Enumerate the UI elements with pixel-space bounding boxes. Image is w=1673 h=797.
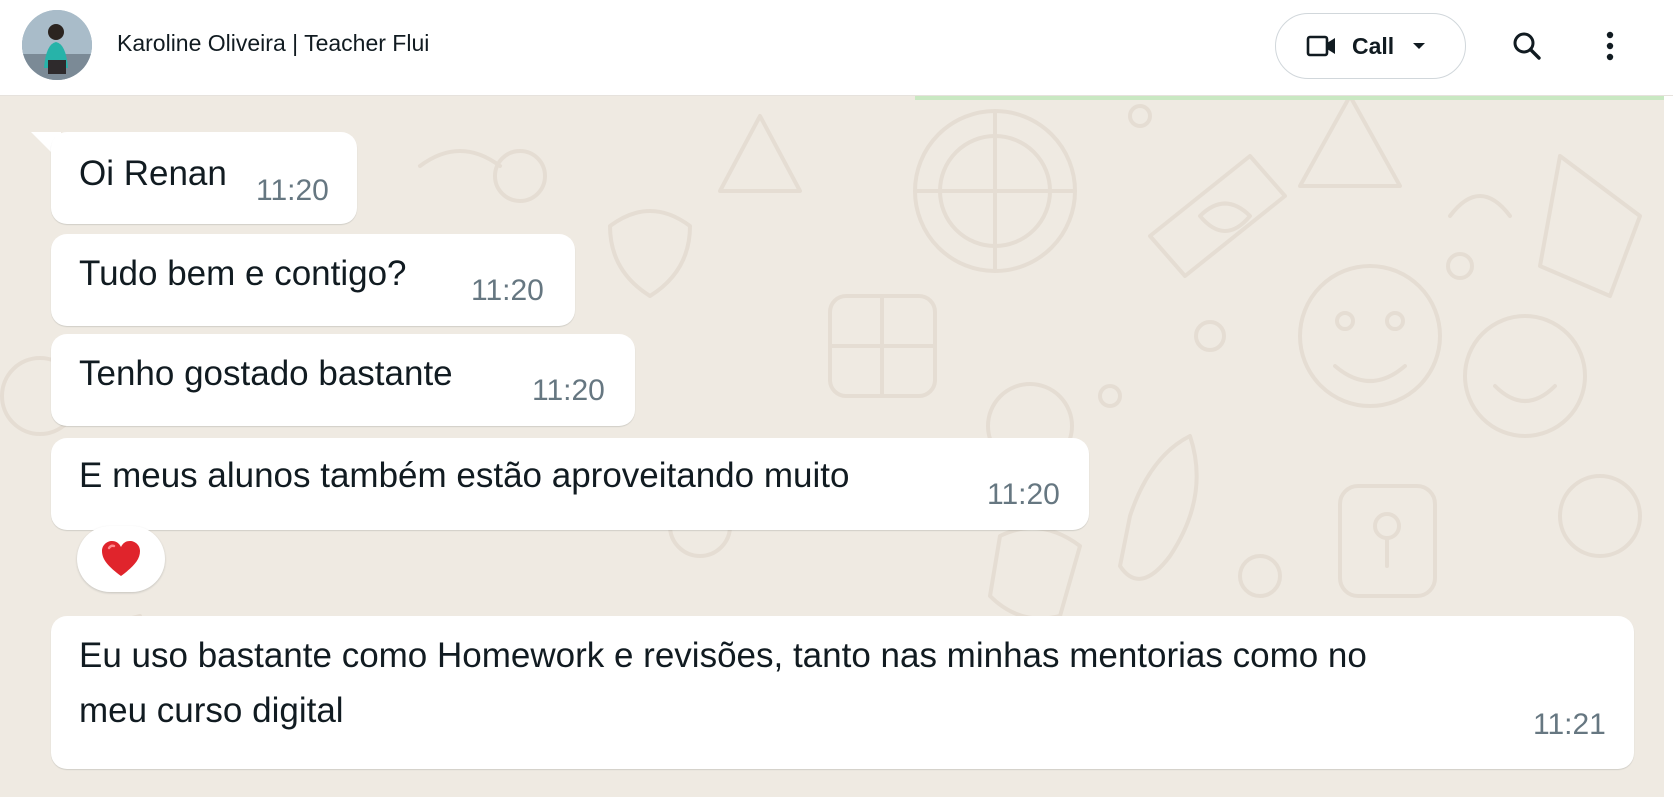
contact-avatar[interactable] [22, 10, 92, 80]
message-time: 11:20 [471, 274, 544, 307]
message-time: 11:21 [1533, 708, 1606, 741]
message-time: 11:20 [256, 174, 329, 207]
kebab-menu-icon [1606, 31, 1614, 61]
message-time: 11:20 [987, 478, 1060, 511]
chat-header: Karoline Oliveira | Teacher Flui Call [0, 0, 1673, 96]
message-text: Oi Renan [79, 154, 227, 193]
caret-down-icon [1413, 43, 1426, 49]
message-bubble[interactable]: E meus alunos também estão aproveitando … [51, 438, 1089, 530]
message-bubble[interactable]: Eu uso bastante como Homework e revisões… [51, 616, 1634, 769]
call-button[interactable]: Call [1275, 13, 1466, 79]
search-button[interactable] [1503, 22, 1551, 70]
message-time: 11:20 [532, 374, 605, 407]
contact-name[interactable]: Karoline Oliveira | Teacher Flui [117, 30, 429, 57]
message-bubble[interactable]: Tudo bem e contigo? 11:20 [51, 234, 575, 326]
call-button-label: Call [1352, 32, 1395, 59]
avatar-photo-icon [22, 10, 92, 80]
message-bubble[interactable]: Tenho gostado bastante 11:20 [51, 334, 635, 426]
search-icon [1513, 32, 1541, 60]
message-text: Tudo bem e contigo? [79, 254, 407, 293]
message-text: Tenho gostado bastante [79, 354, 453, 393]
message-bubble[interactable]: Oi Renan 11:20 [51, 132, 357, 224]
chat-area[interactable]: Oi Renan 11:20 Tudo bem e contigo? 11:20… [0, 96, 1673, 797]
message-text: E meus alunos também estão aproveitando … [79, 456, 850, 495]
heart-icon [102, 541, 140, 576]
message-text-line-1: Eu uso bastante como Homework e revisões… [79, 636, 1367, 675]
header-accent-strip [915, 96, 1673, 100]
menu-button[interactable] [1586, 22, 1634, 70]
video-camera-icon [1306, 35, 1335, 57]
message-reaction[interactable]: ❤️ [77, 526, 165, 592]
message-text-line-2: meu curso digital [79, 691, 344, 730]
chat-right-edge [1664, 96, 1673, 797]
